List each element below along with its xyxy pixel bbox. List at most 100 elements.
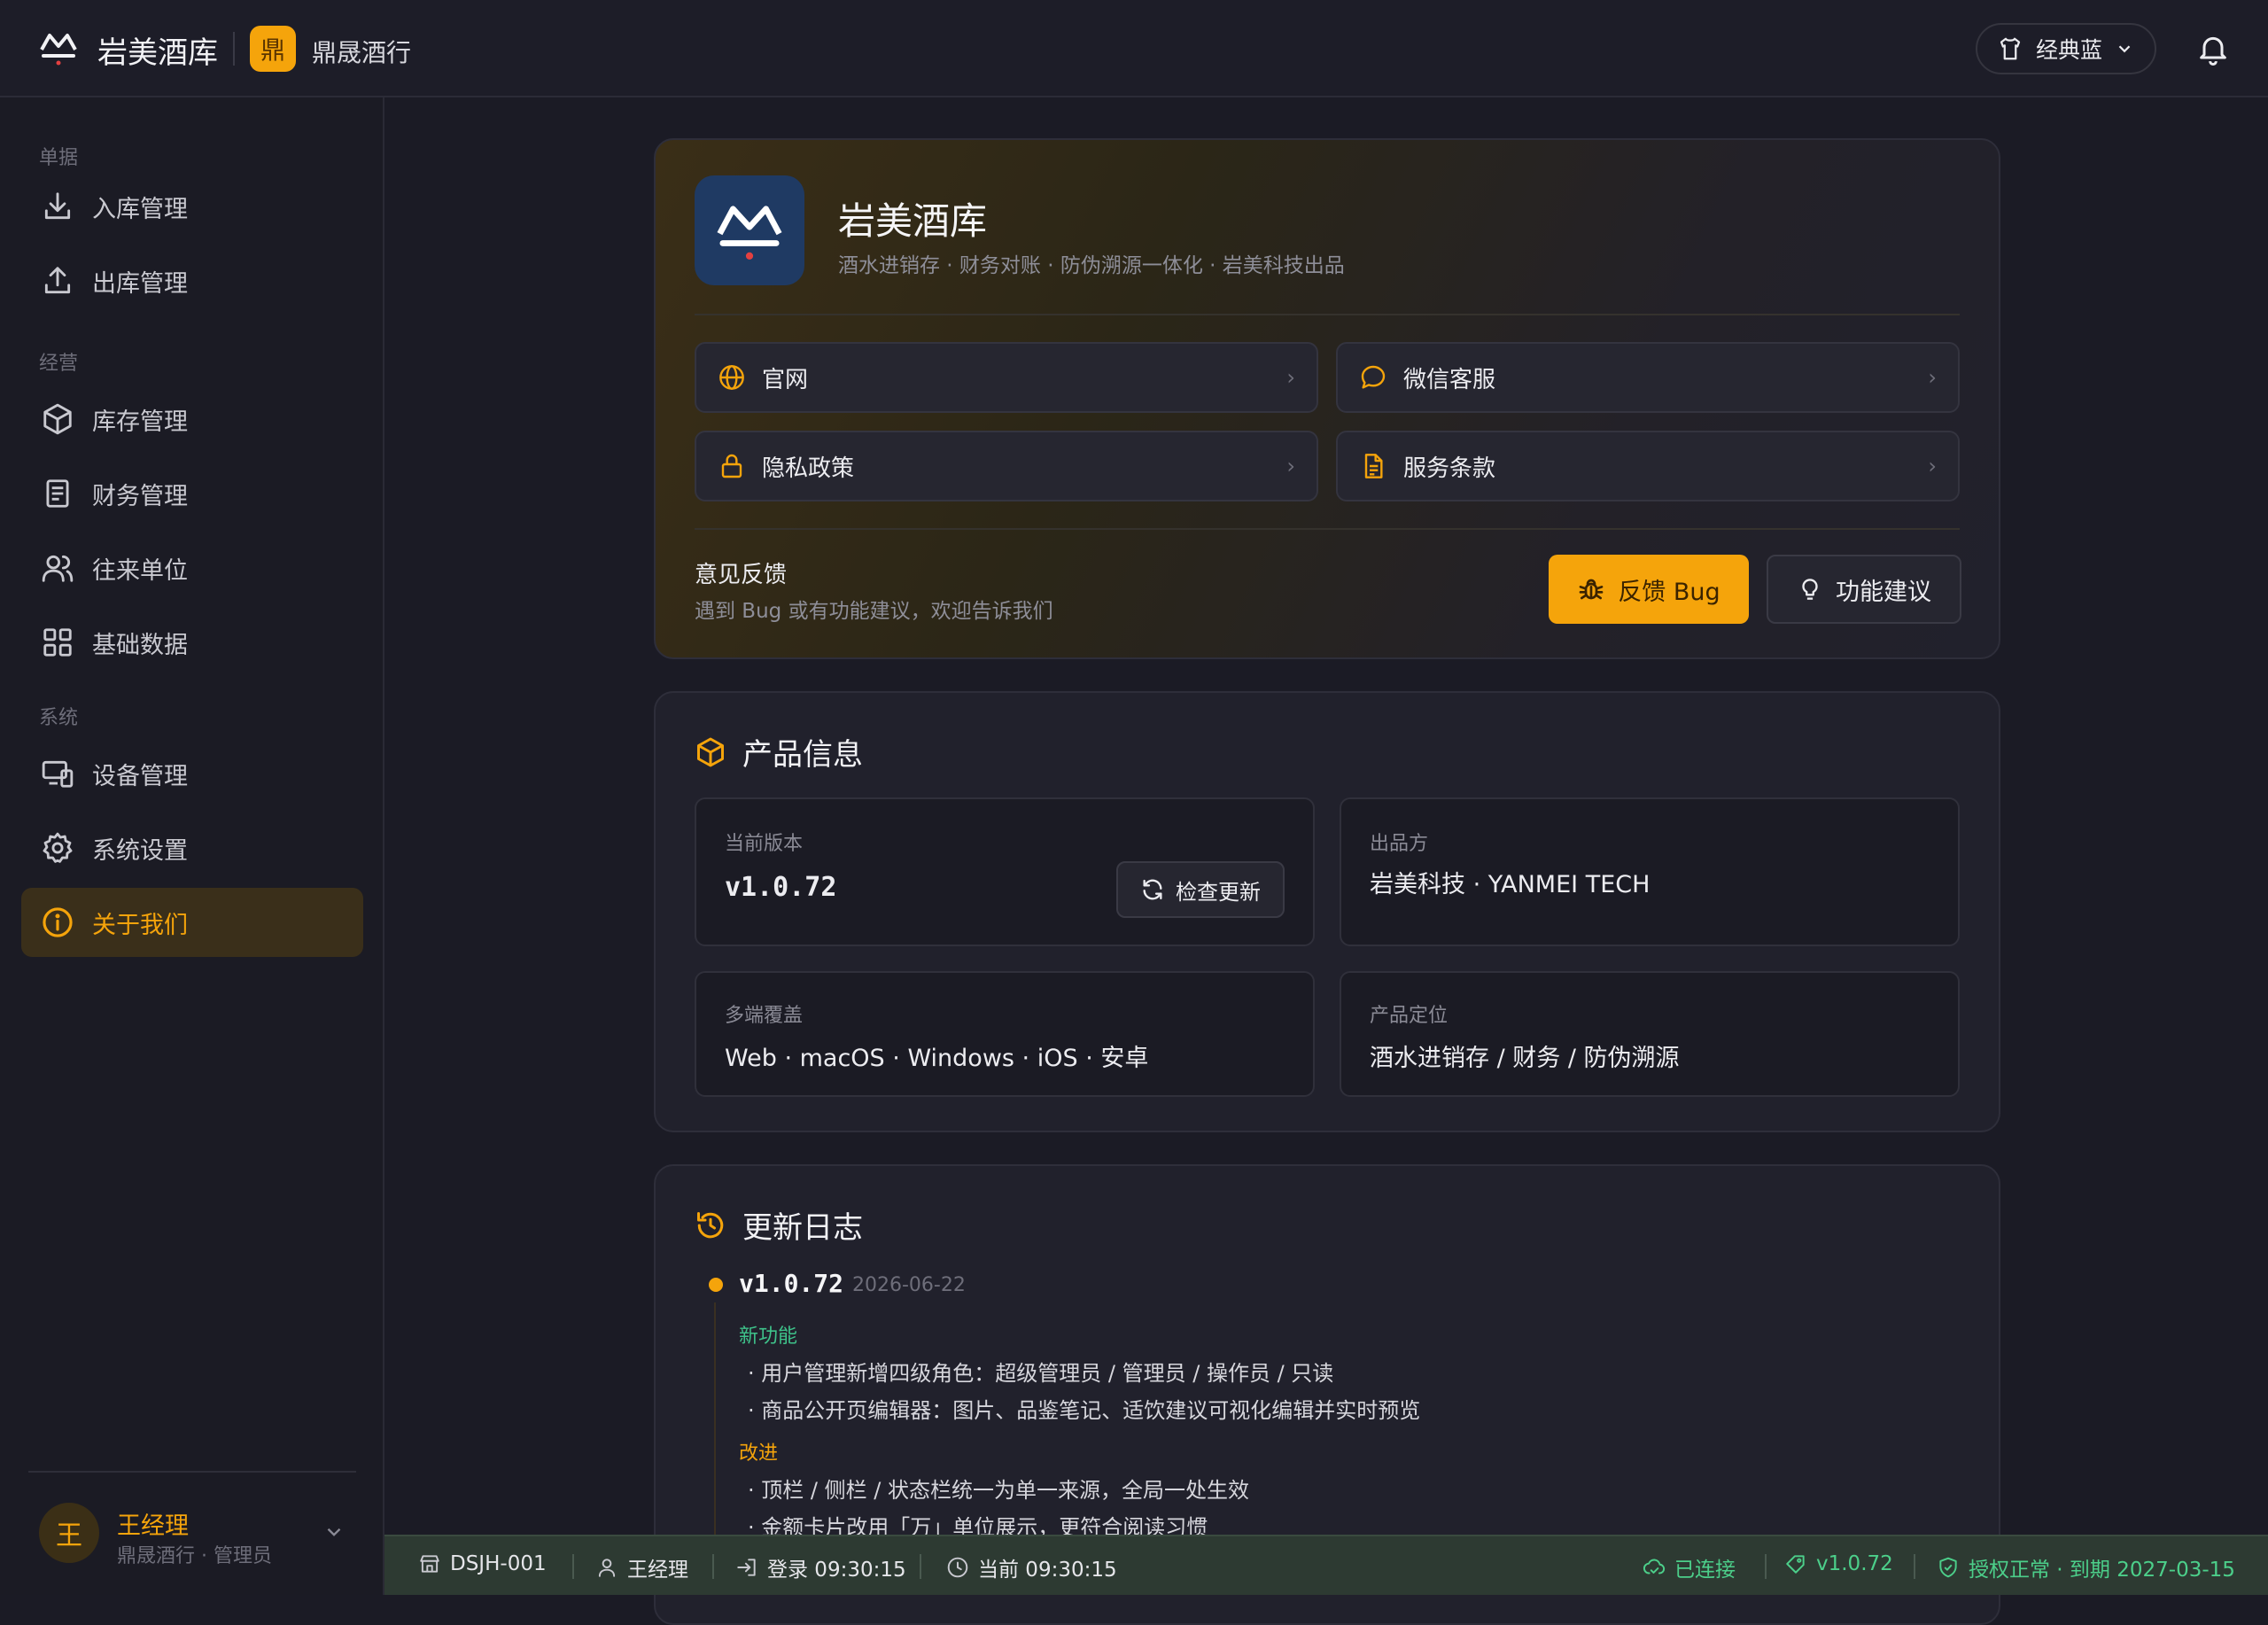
vendor-box: 出品方 岩美科技 · YANMEI TECH: [1340, 797, 1960, 946]
divider: [920, 1554, 921, 1579]
positioning-box: 产品定位 酒水进销存 / 财务 / 防伪溯源: [1340, 971, 1960, 1097]
section-label-docs: 单据: [39, 147, 79, 169]
current-version: v1.0.72: [725, 872, 837, 903]
app-title: 岩美酒库: [97, 35, 218, 71]
sidebar-item-partners[interactable]: 往来单位: [21, 533, 363, 603]
store-badge[interactable]: 鼎: [250, 26, 296, 72]
changelog-title: 更新日志: [742, 1210, 863, 1246]
terms-of-service-link[interactable]: 服务条款 ›: [1336, 431, 1960, 501]
status-bar: DSJH-001 王经理 登录 09:30:15 当前 09:30:15 已连接…: [384, 1535, 2268, 1595]
divider: [695, 528, 1960, 530]
avatar[interactable]: 王: [39, 1503, 99, 1563]
about-card: 岩美酒库 酒水进销存 · 财务对账 · 防伪溯源一体化 · 岩美科技出品 官网 …: [654, 138, 2000, 659]
chat-bubble-icon: [1361, 365, 1386, 389]
status-current-time: 当前 09:30:15: [946, 1552, 1117, 1582]
version-box: 当前版本 v1.0.72 检查更新: [695, 797, 1315, 946]
history-icon: [697, 1211, 724, 1238]
section-label-ops: 经营: [39, 353, 79, 375]
sidebar-item-about[interactable]: 关于我们: [21, 888, 363, 957]
feedback-title: 意见反馈: [695, 562, 788, 588]
current-time: 当前 09:30:15: [978, 1559, 1117, 1582]
grid-icon: [43, 628, 72, 657]
cloud-check-icon: [1643, 1559, 1666, 1574]
store-name[interactable]: 鼎晟酒行: [312, 34, 411, 69]
theme-switcher-button[interactable]: 经典蓝: [1976, 23, 2156, 74]
app-logo-icon: [40, 34, 77, 66]
check-update-label: 检查更新: [1176, 879, 1261, 905]
about-subtitle: 酒水进销存 · 财务对账 · 防伪溯源一体化 · 岩美科技出品: [838, 254, 1345, 277]
login-icon: [737, 1559, 756, 1576]
sidebar-item-label: 关于我们: [92, 911, 188, 939]
refresh-icon: [1143, 879, 1162, 900]
chevron-right-icon: ›: [1286, 454, 1295, 478]
document-icon: [1364, 454, 1383, 478]
terms-label: 服务条款: [1403, 455, 1496, 482]
gear-icon: [43, 832, 73, 863]
globe-icon: [719, 365, 744, 390]
box-icon: [697, 737, 724, 766]
improvements-tag: 改进: [739, 1442, 779, 1465]
outbound-icon: [44, 267, 71, 294]
product-info-card: 产品信息 当前版本 v1.0.72 检查更新 出品方 岩美科技 · YANMEI…: [654, 691, 2000, 1132]
sidebar-item-inbound[interactable]: 入库管理: [21, 172, 363, 241]
divider: [1765, 1554, 1767, 1579]
privacy-policy-link[interactable]: 隐私政策 ›: [695, 431, 1318, 501]
section-heading: 产品信息: [695, 730, 863, 774]
lightbulb-icon: [1802, 579, 1818, 600]
divider: [695, 314, 1960, 315]
user-role: 鼎晟酒行 · 管理员: [117, 1545, 272, 1567]
list-item: · 商品公开页编辑器：图片、品鉴笔记、适饮建议可视化编辑并实时预览: [748, 1398, 1421, 1423]
sidebar-item-label: 入库管理: [92, 195, 188, 223]
chevron-down-icon: [2118, 45, 2131, 53]
platforms-label: 多端覆盖: [725, 1005, 804, 1027]
chevron-down-icon[interactable]: [322, 1520, 346, 1543]
info-icon: [43, 907, 73, 937]
list-item: · 用户管理新增四级角色：超级管理员 / 管理员 / 操作员 / 只读: [748, 1361, 1334, 1386]
timeline-rail: [714, 1302, 716, 1568]
app-logo-icon: [717, 206, 782, 260]
wechat-service-link[interactable]: 微信客服 ›: [1336, 342, 1960, 413]
receipt-icon: [46, 479, 69, 508]
license-status: 授权正常 · 到期 2027-03-15: [1969, 1559, 2235, 1582]
timeline-dot: [709, 1278, 723, 1292]
login-time: 登录 09:30:15: [767, 1559, 906, 1582]
devices-icon: [42, 760, 74, 788]
sidebar-item-devices[interactable]: 设备管理: [21, 739, 363, 808]
sidebar-item-label: 设备管理: [92, 762, 188, 790]
connection-status: 已连接: [1674, 1559, 1736, 1582]
divider: [28, 1471, 356, 1473]
chevron-right-icon: ›: [1286, 365, 1295, 390]
sidebar: 单据 入库管理 出库管理 经营 库存管理 财务管理 往来单位 基础数据 系统 设…: [0, 97, 384, 1595]
changelog-date: 2026-06-22: [852, 1274, 966, 1296]
feature-suggestion-button[interactable]: 功能建议: [1767, 555, 1961, 624]
product-info-title: 产品信息: [742, 737, 863, 773]
section-label-system: 系统: [39, 707, 79, 729]
sidebar-item-base-data[interactable]: 基础数据: [21, 608, 363, 677]
shield-check-icon: [1939, 1557, 1957, 1578]
positioning-label: 产品定位: [1370, 1005, 1449, 1027]
top-bar: 岩美酒库 鼎 鼎晟酒行 经典蓝: [0, 0, 2268, 97]
list-item: · 顶栏 / 侧栏 / 状态栏统一为单一来源，全局一处生效: [748, 1478, 1249, 1503]
inbound-icon: [44, 192, 71, 220]
sidebar-item-finance[interactable]: 财务管理: [21, 459, 363, 528]
sidebar-item-label: 出库管理: [92, 269, 188, 298]
sidebar-item-settings[interactable]: 系统设置: [21, 813, 363, 882]
status-version-text: v1.0.72: [1816, 1552, 1893, 1575]
divider: [1914, 1554, 1915, 1579]
website-label: 官网: [762, 366, 809, 393]
sidebar-item-label: 基础数据: [92, 631, 188, 659]
device-code: DSJH-001: [450, 1552, 547, 1575]
sidebar-item-outbound[interactable]: 出库管理: [21, 246, 363, 315]
positioning-value: 酒水进销存 / 财务 / 防伪溯源: [1370, 1045, 1680, 1072]
check-update-button[interactable]: 检查更新: [1116, 861, 1285, 918]
bell-icon[interactable]: [2195, 30, 2231, 67]
users-icon: [42, 555, 74, 582]
privacy-label: 隐私政策: [762, 455, 855, 482]
divider: [572, 1554, 574, 1579]
sidebar-item-inventory[interactable]: 库存管理: [21, 385, 363, 454]
box-icon: [43, 403, 72, 435]
website-link[interactable]: 官网 ›: [695, 342, 1318, 413]
status-connection: 已连接: [1643, 1552, 1736, 1582]
report-bug-button[interactable]: 反馈 Bug: [1549, 555, 1749, 624]
wechat-label: 微信客服: [1403, 366, 1496, 393]
